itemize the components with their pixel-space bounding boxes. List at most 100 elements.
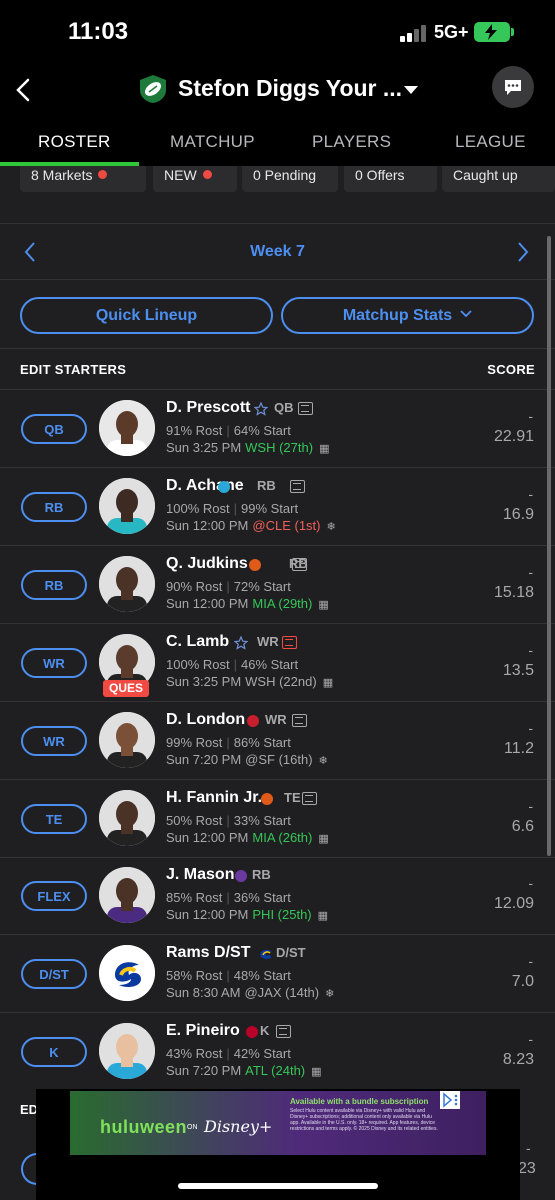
player-row[interactable]: RB D. Achane RB 100% Rost | 99% Start Sun 12:0… (0, 468, 555, 546)
score-partial: 23 (518, 1160, 536, 1177)
player-avatar[interactable] (99, 712, 155, 768)
chip-markets[interactable]: 8 Markets (20, 166, 146, 192)
news-icon[interactable] (292, 558, 307, 571)
chip-caught-up[interactable]: Caught up (442, 166, 555, 192)
game-time: Sun 12:00 PM (166, 830, 249, 845)
lineup-slot-button[interactable]: FLEX (21, 881, 87, 911)
player-row[interactable]: WR QUES C. Lamb WR 100% Rost | 46% Start Sun 3:… (0, 624, 555, 702)
player-avatar[interactable] (99, 867, 155, 923)
game-time: Sun 8:30 AM (166, 985, 241, 1000)
home-indicator[interactable] (178, 1183, 378, 1189)
player-name[interactable]: E. Pineiro (166, 1022, 240, 1040)
chat-button[interactable] (492, 66, 534, 108)
game-time: Sun 12:00 PM (166, 907, 249, 922)
lineup-slot-button[interactable]: RB (21, 570, 87, 600)
divider: | (226, 423, 230, 438)
news-icon[interactable] (290, 480, 305, 493)
back-button[interactable] (12, 76, 36, 104)
week-label[interactable]: Week 7 (0, 243, 555, 261)
player-avatar[interactable] (99, 400, 155, 456)
lineup-slot-button[interactable]: QB (21, 414, 87, 444)
page-title[interactable]: Stefon Diggs Your ... (178, 75, 402, 102)
weather-icon: ▦ (322, 677, 334, 689)
lineup-slot-button[interactable]: RB (21, 492, 87, 522)
player-name[interactable]: D. Prescott (166, 399, 250, 417)
tab-league[interactable]: LEAGUE (455, 132, 526, 152)
player-name[interactable]: D. Achane (166, 477, 244, 495)
rostered-pct: 85% Rost (166, 890, 223, 905)
matchup-stats-button[interactable]: Matchup Stats (281, 297, 534, 334)
player-row[interactable]: WR D. London WR 99% Rost | 86% Start Sun 7:20 … (0, 702, 555, 780)
alert-dot-icon (98, 170, 108, 179)
game-time: Sun 7:20 PM (166, 1063, 242, 1078)
chip-offers[interactable]: 0 Offers (344, 166, 437, 192)
player-name[interactable]: H. Fannin Jr. (166, 789, 262, 807)
started-pct: 64% Start (233, 423, 291, 438)
tab-players[interactable]: PLAYERS (312, 132, 391, 152)
player-row[interactable]: K E. Pineiro K 43% Rost | 42% Start Sun 7:20 P… (0, 1013, 555, 1091)
news-icon[interactable] (302, 792, 317, 805)
scrollbar[interactable] (547, 236, 551, 856)
news-icon[interactable] (292, 714, 307, 727)
score-heading: SCORE (487, 362, 535, 377)
weather-icon: ❄ (325, 988, 335, 1000)
score-dash: - (528, 564, 533, 580)
player-name[interactable]: Q. Judkins (166, 555, 248, 573)
player-avatar[interactable] (99, 1023, 155, 1079)
score-dash: - (528, 1031, 533, 1047)
player-row[interactable]: D/ST Rams D/ST D/ST 58% Rost | 48% Start Sun 8… (0, 935, 555, 1013)
game-time: Sun 3:25 PM (166, 440, 242, 455)
game-time: Sun 3:25 PM (166, 674, 242, 689)
chevron-right-icon (518, 242, 529, 262)
lineup-slot-button[interactable]: WR (21, 648, 87, 678)
game-info: Sun 12:00 PM PHI (25th) ▦ (166, 907, 328, 922)
player-avatar[interactable] (99, 790, 155, 846)
player-avatar[interactable] (99, 945, 155, 1001)
network-label: 5G+ (434, 22, 469, 42)
player-name[interactable]: Rams D/ST (166, 944, 250, 962)
rostered-pct: 43% Rost (166, 1046, 223, 1061)
injury-status-badge: QUES (103, 680, 149, 697)
player-position: D/ST (276, 945, 306, 960)
lineup-slot-button[interactable]: K (21, 1037, 87, 1067)
projected-score: 22.91 (493, 428, 534, 445)
tab-matchup[interactable]: MATCHUP (170, 132, 255, 152)
news-icon[interactable] (282, 636, 297, 649)
team-logo-icon (246, 1026, 258, 1038)
score-dash: - (528, 953, 533, 969)
lineup-slot-button[interactable]: TE (21, 804, 87, 834)
weather-icon: ▦ (318, 833, 329, 845)
chat-icon (505, 80, 521, 95)
lineup-slot-button[interactable]: D/ST (21, 959, 87, 989)
roster-stats: 100% Rost | 46% Start (166, 657, 298, 672)
player-avatar[interactable] (99, 478, 155, 534)
chip-new[interactable]: NEW (153, 166, 237, 192)
tab-bar: ROSTER MATCHUP PLAYERS LEAGUE (0, 120, 555, 166)
weather-icon: ▦ (319, 443, 330, 455)
news-icon[interactable] (276, 1025, 291, 1038)
chip-label: 8 Markets (31, 167, 93, 183)
game-info: Sun 12:00 PM MIA (26th) ▦ (166, 830, 329, 845)
player-row[interactable]: FLEX J. Mason RB 85% Rost | 36% Start Sun 12:0… (0, 857, 555, 935)
player-name[interactable]: D. London (166, 711, 245, 729)
player-row[interactable]: TE H. Fannin Jr. TE 50% Rost | 33% Start Sun 1… (0, 780, 555, 858)
divider: | (226, 735, 230, 750)
player-avatar[interactable] (99, 556, 155, 612)
ad-choices-icon[interactable] (440, 1091, 460, 1109)
team-logo-icon (261, 793, 273, 805)
projected-score: 8.23 (502, 1051, 534, 1068)
tab-roster[interactable]: ROSTER (38, 132, 111, 152)
player-name[interactable]: J. Mason (166, 866, 234, 884)
player-row[interactable]: QB D. Prescott QB 91% Rost | 64% Start Sun 3:2… (0, 390, 555, 468)
next-week-button[interactable] (515, 240, 531, 269)
opponent-rank: WSH (22nd) (245, 674, 317, 689)
player-name[interactable]: C. Lamb (166, 633, 229, 651)
ad-creative[interactable]: huluween ON Disney+ Available with a bun… (70, 1091, 486, 1155)
player-row[interactable]: RB Q. Judkins RB 90% Rost | 72% Start Sun 12:0… (0, 546, 555, 624)
opponent-rank: @SF (16th) (245, 752, 313, 767)
lineup-slot-button[interactable]: WR (21, 726, 87, 756)
caret-down-icon[interactable] (404, 86, 418, 94)
chip-pending[interactable]: 0 Pending (242, 166, 338, 192)
news-icon[interactable] (298, 402, 313, 415)
quick-lineup-button[interactable]: Quick Lineup (20, 297, 273, 334)
